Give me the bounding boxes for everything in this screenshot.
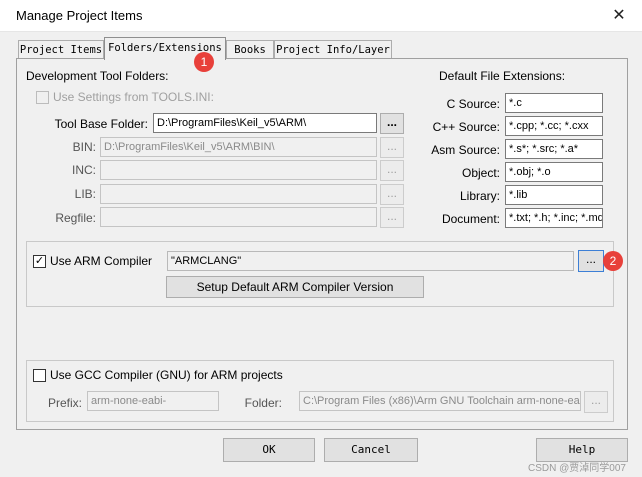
gcc-folder-label: Folder:: [244, 396, 282, 410]
arm-compiler-browse-button[interactable]: ...: [578, 250, 604, 272]
lib-input[interactable]: [100, 184, 377, 204]
ext-library-input[interactable]: *.lib: [505, 185, 603, 205]
gcc-prefix-input[interactable]: arm-none-eabi-: [87, 391, 219, 411]
dev-folders-header: Development Tool Folders:: [26, 69, 169, 83]
window-title: Manage Project Items: [16, 8, 143, 23]
inc-label: INC:: [72, 163, 96, 177]
inc-input[interactable]: [100, 160, 377, 180]
bin-label: BIN:: [72, 140, 96, 154]
use-tools-ini-label: Use Settings from TOOLS.INI:: [53, 90, 214, 104]
bin-input[interactable]: D:\ProgramFiles\Keil_v5\ARM\BIN\: [100, 137, 377, 157]
annotation-badge-2: 2: [603, 251, 623, 271]
tool-base-browse-button[interactable]: ...: [380, 113, 404, 134]
ext-asm-input[interactable]: *.s*; *.src; *.a*: [505, 139, 603, 159]
cancel-button[interactable]: Cancel: [324, 438, 418, 462]
inc-browse-button[interactable]: ...: [380, 160, 404, 181]
ext-c-input[interactable]: *.c: [505, 93, 603, 113]
extensions-header: Default File Extensions:: [439, 69, 566, 83]
regfile-browse-button[interactable]: ...: [380, 207, 404, 228]
tab-label: Project Info/Layer: [276, 44, 390, 56]
ext-document-label: Document:: [441, 212, 500, 226]
lib-label: LIB:: [74, 187, 96, 201]
title-bar: Manage Project Items ✕: [0, 0, 642, 32]
tab-project-items[interactable]: Project Items: [18, 40, 104, 59]
tool-base-folder-label: Tool Base Folder:: [54, 117, 148, 131]
arm-compiler-value[interactable]: "ARMCLANG": [167, 251, 574, 271]
lib-browse-button[interactable]: ...: [380, 184, 404, 205]
watermark: CSDN @贾淖同学007: [528, 463, 626, 474]
use-arm-compiler-label: Use ARM Compiler: [50, 254, 153, 268]
ext-object-input[interactable]: *.obj; *.o: [505, 162, 603, 182]
close-icon[interactable]: ✕: [606, 4, 632, 28]
ext-cpp-label: C++ Source:: [432, 120, 500, 134]
checkmark-icon: ✓: [34, 255, 45, 267]
bin-browse-button[interactable]: ...: [380, 137, 404, 158]
ext-library-label: Library:: [459, 189, 500, 203]
ext-cpp-input[interactable]: *.cpp; *.cc; *.cxx: [505, 116, 603, 136]
tool-base-folder-input[interactable]: D:\ProgramFiles\Keil_v5\ARM\: [153, 113, 377, 133]
use-gcc-compiler-label: Use GCC Compiler (GNU) for ARM projects: [50, 368, 283, 382]
use-tools-ini-checkbox[interactable]: [36, 91, 49, 104]
regfile-input[interactable]: [100, 207, 377, 227]
gcc-folder-input[interactable]: C:\Program Files (x86)\Arm GNU Toolchain…: [299, 391, 581, 411]
ext-c-label: C Source:: [446, 97, 500, 111]
use-arm-compiler-checkbox[interactable]: ✓: [33, 255, 46, 268]
tab-label: Project Items: [19, 44, 103, 56]
ext-asm-label: Asm Source:: [431, 143, 500, 157]
setup-arm-compiler-version-button[interactable]: Setup Default ARM Compiler Version: [166, 276, 424, 298]
annotation-badge-1: 1: [194, 52, 214, 72]
regfile-label: Regfile:: [55, 211, 96, 225]
tab-project-info-layer[interactable]: Project Info/Layer: [274, 40, 392, 59]
tab-label: Books: [234, 44, 266, 56]
ok-button[interactable]: OK: [223, 438, 315, 462]
use-gcc-compiler-checkbox[interactable]: [33, 369, 46, 382]
gcc-folder-browse-button[interactable]: ...: [584, 391, 608, 413]
ext-object-label: Object:: [461, 166, 500, 180]
tab-books[interactable]: Books: [226, 40, 274, 59]
ext-document-input[interactable]: *.txt; *.h; *.inc; *.md: [505, 208, 603, 228]
gcc-prefix-label: Prefix:: [47, 396, 82, 410]
